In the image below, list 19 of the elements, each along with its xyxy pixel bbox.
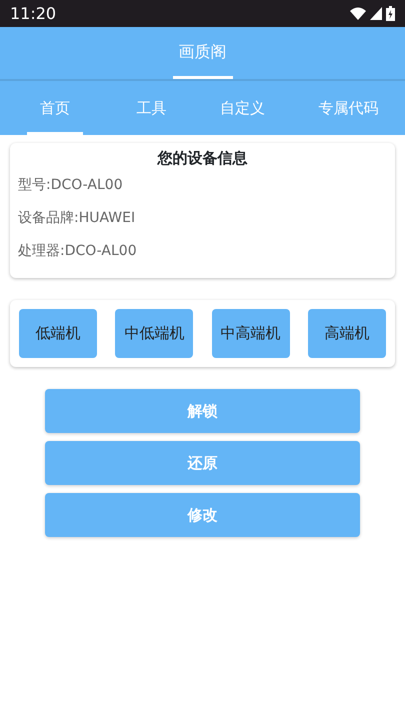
nav-tab[interactable]: 自定义 <box>220 81 265 135</box>
tier-button[interactable]: 中高端机 <box>212 309 290 358</box>
info-line: 型号:DCO-AL00 <box>18 176 124 194</box>
clock-time: 11:20 <box>10 2 56 24</box>
action-button[interactable]: 还原 <box>45 441 360 485</box>
nav-tab[interactable]: 工具 <box>136 81 166 135</box>
action-button[interactable]: 修改 <box>45 493 360 537</box>
battery-icon <box>386 6 395 21</box>
nav-tab[interactable]: 首页 <box>26 81 83 135</box>
wifi-icon <box>350 7 366 20</box>
card-title: 您的设备信息 <box>156 148 248 169</box>
info-line: 处理器:DCO-AL00 <box>18 242 138 260</box>
info-line: 设备品牌:HUAWEI <box>18 208 136 228</box>
tier-button[interactable]: 高端机 <box>308 309 386 358</box>
nav-tab[interactable]: 专属代码 <box>318 81 378 135</box>
tier-button[interactable]: 中低端机 <box>115 309 194 358</box>
signal-icon <box>370 7 382 20</box>
action-button[interactable]: 解锁 <box>45 389 360 433</box>
tier-button[interactable]: 低端机 <box>19 309 97 358</box>
